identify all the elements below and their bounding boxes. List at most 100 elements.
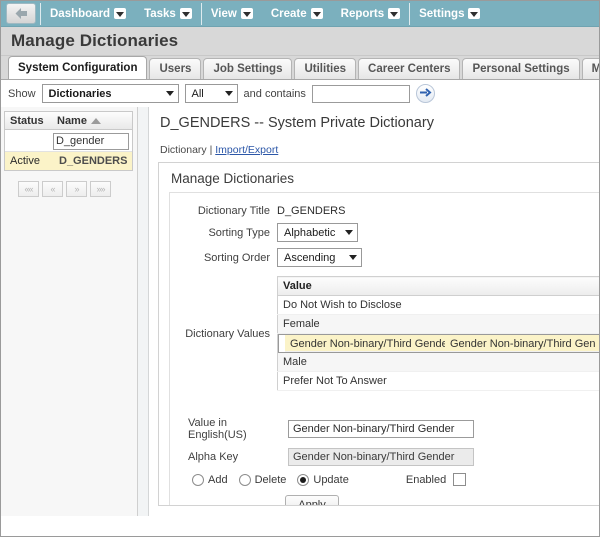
value-english-label: Value in English(US) (188, 417, 247, 441)
radio-delete-icon (238, 473, 251, 486)
tab-label: Users (159, 63, 192, 75)
chevron-down-icon (349, 255, 357, 260)
nav-item-label: Create (270, 7, 307, 20)
nav-divider-1 (40, 2, 41, 25)
value-edit-form: Value in English(US) Alpha Key Gender No… (170, 417, 599, 505)
dictionary-values-label: Dictionary Values (185, 327, 270, 340)
field-dictionary-title: Dictionary Title D_GENDERS (170, 205, 599, 217)
nav-item-dashboard[interactable]: Dashboard (41, 1, 135, 27)
last-page-button[interactable]: »» (90, 181, 111, 197)
dictionary-title-value: D_GENDERS (277, 205, 346, 217)
tab-utilities[interactable]: Utilities (294, 58, 357, 79)
chevron-down-icon (165, 91, 174, 96)
radio-option-update[interactable]: Update (297, 473, 349, 486)
table-row[interactable]: Prefer Not To Answer Prefer Not To Answe… (277, 371, 599, 391)
breadcrumb-link-import-export[interactable]: Import/Export (215, 144, 278, 156)
nav-item-settings[interactable]: Settings (410, 1, 489, 27)
action-radio-group: Add Delete Update Enabled (192, 473, 599, 486)
dictionary-grid-header: Status Name (5, 112, 132, 130)
chevron-down-icon (468, 8, 481, 19)
table-header-row: Value Alpha Key Enabled (277, 276, 599, 296)
cell-value: Do Not Wish to Disclose (277, 295, 599, 315)
cell-enabled: No (595, 335, 599, 352)
column-header-name[interactable]: Name (53, 115, 132, 127)
radio-update-icon (297, 473, 310, 486)
sort-ascending-icon (90, 117, 101, 124)
sorting-type-select[interactable]: Alphabetic (277, 223, 358, 242)
nav-item-tasks[interactable]: Tasks (135, 1, 201, 27)
panel-title: Manage Dictionaries (171, 171, 295, 186)
tab-bar: System Configuration Users Job Settings … (1, 56, 599, 79)
field-sorting-order: Sorting Order Ascending (170, 248, 599, 267)
radio-option-delete[interactable]: Delete (238, 473, 286, 486)
alpha-key-input: Gender Non-binary/Third Gender (288, 448, 474, 466)
radio-add-icon (192, 473, 204, 486)
tab-label: Career Centers (368, 63, 451, 75)
tab-personal-settings[interactable]: Personal Settings (462, 58, 580, 79)
dictionary-list-pane: Status Name Active D_GENDERS (1, 107, 138, 516)
back-button[interactable] (6, 3, 36, 24)
entity-select[interactable]: Dictionaries (41, 84, 179, 103)
apply-button[interactable]: Apply (285, 495, 339, 505)
body-split: Status Name Active D_GENDERS (1, 107, 599, 516)
contains-input[interactable] (311, 84, 410, 103)
tab-multimedia[interactable]: Mu (581, 58, 599, 79)
cell-value: Male (277, 353, 599, 372)
table-row[interactable]: Gender Non-binary/Third Gender Gender No… (278, 334, 599, 353)
pane-divider (138, 107, 149, 516)
first-page-button[interactable]: «« (18, 181, 39, 197)
tab-job-settings[interactable]: Job Settings (203, 58, 293, 79)
nav-divider-3 (409, 2, 411, 25)
chevron-down-icon (179, 8, 192, 19)
dictionary-grid: Status Name Active D_GENDERS (4, 111, 133, 171)
scope-select[interactable]: All (184, 84, 238, 103)
apply-button-wrap: Apply (285, 495, 599, 505)
name-filter-cell (53, 131, 132, 150)
column-header-status[interactable]: Status (5, 115, 53, 127)
value-english-input[interactable] (288, 420, 474, 438)
sorting-order-label: Sorting Order (203, 251, 270, 264)
sorting-order-select[interactable]: Ascending (277, 248, 362, 267)
column-header-name-label: Name (57, 114, 87, 127)
top-navigation-bar: Dashboard Tasks View Create Reports Sett… (1, 1, 599, 27)
nav-item-label: Settings (419, 7, 465, 20)
nav-item-label: Tasks (144, 7, 176, 20)
table-row[interactable]: Male Male7771301 Yes (277, 353, 599, 372)
filter-toolbar: Show Dictionaries All and contains (1, 80, 599, 107)
dictionary-title-label: Dictionary Title (197, 205, 270, 217)
cell-value: Prefer Not To Answer (277, 371, 599, 391)
tab-system-configuration[interactable]: System Configuration (8, 56, 148, 79)
show-label: Show (8, 87, 36, 100)
field-sorting-type: Sorting Type Alphabetic (170, 223, 599, 242)
radio-option-add[interactable]: Add (192, 473, 228, 486)
cell-value: Female (277, 314, 599, 334)
scope-select-value: All (191, 87, 204, 100)
table-row[interactable]: Active D_GENDERS (5, 152, 132, 170)
chevron-down-icon (224, 91, 233, 96)
sorting-type-value: Alphabetic (284, 226, 336, 239)
row-status: Active (10, 155, 40, 167)
panel-inner: Dictionary Title D_GENDERS Sorting Type … (169, 192, 599, 505)
nav-divider-2 (200, 2, 202, 25)
nav-item-create[interactable]: Create (262, 1, 332, 27)
next-page-button[interactable]: » (66, 181, 87, 197)
column-header-value[interactable]: Value (277, 276, 599, 296)
previous-page-button[interactable]: « (42, 181, 63, 197)
nav-item-reports[interactable]: Reports (332, 1, 409, 27)
search-submit-button[interactable] (415, 84, 435, 103)
tab-label: Personal Settings (472, 63, 570, 75)
name-filter-input[interactable] (53, 132, 129, 150)
nav-item-view[interactable]: View (202, 1, 262, 27)
tab-label: Utilities (304, 63, 347, 75)
table-row[interactable]: Female Female7771302 Yes (277, 314, 599, 334)
tab-career-centers[interactable]: Career Centers (358, 58, 461, 79)
row-value-english: Value in English(US) (188, 417, 599, 441)
enabled-checkbox[interactable] (453, 473, 467, 486)
table-row[interactable]: Do Not Wish to Disclose Do Not Wish to D… (277, 295, 599, 315)
pagination-controls: «« « » »» (18, 181, 134, 197)
chevron-down-icon (388, 8, 401, 19)
row-alpha-key: Alpha Key Gender Non-binary/Third Gender (188, 448, 599, 466)
tab-users[interactable]: Users (149, 58, 202, 79)
chevron-down-icon (240, 8, 253, 19)
page-title-bar: Manage Dictionaries (1, 27, 599, 56)
